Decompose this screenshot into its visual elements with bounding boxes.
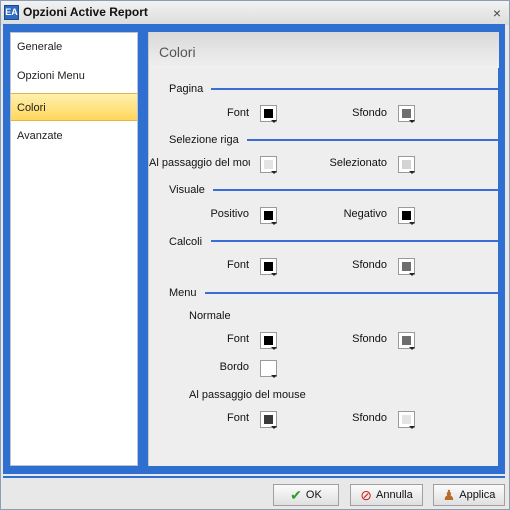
dropdown-arrow-icon <box>409 273 415 276</box>
section-divider <box>205 292 499 294</box>
dropdown-arrow-icon <box>271 375 277 378</box>
riga-selezionato-color-picker[interactable] <box>398 156 415 174</box>
section-divider <box>211 88 499 90</box>
footer-divider <box>3 476 505 478</box>
annulla-button[interactable]: ⊘ Annulla <box>350 484 423 506</box>
applica-button[interactable]: ♟ Applica <box>433 484 505 506</box>
section-pagina: Pagina <box>169 83 204 95</box>
color-fill <box>402 160 411 169</box>
app-icon: EA <box>4 5 19 20</box>
visuale-positivo-label: Positivo <box>210 208 249 220</box>
window-title: Opzioni Active Report <box>23 5 148 19</box>
section-menu: Menu <box>169 287 197 299</box>
apply-icon: ♟ <box>442 487 456 503</box>
dropdown-arrow-icon <box>271 171 277 174</box>
color-fill <box>402 415 411 424</box>
section-divider <box>247 139 499 141</box>
calcoli-font-label: Font <box>226 259 249 271</box>
pagina-sfondo-color-picker[interactable] <box>398 105 415 123</box>
menu-sfondo-label: Sfondo <box>352 333 387 345</box>
annulla-button-label: Annulla <box>376 489 413 501</box>
menu-font-color-picker[interactable] <box>260 332 277 350</box>
sidebar-item-colori[interactable]: Colori <box>11 93 137 121</box>
calcoli-sfondo-label: Sfondo <box>352 259 387 271</box>
dropdown-arrow-icon <box>271 347 277 350</box>
dropdown-arrow-icon <box>409 222 415 225</box>
colors-panel: Colori Pagina Font Sfondo Selezione riga… <box>148 32 499 466</box>
color-fill <box>264 336 273 345</box>
dropdown-arrow-icon <box>409 171 415 174</box>
menu-sfondo-color-picker[interactable] <box>398 332 415 350</box>
color-fill <box>264 262 273 271</box>
dropdown-arrow-icon <box>409 120 415 123</box>
checkmark-icon: ✔ <box>290 487 302 503</box>
section-divider <box>213 189 499 191</box>
color-fill <box>264 211 273 220</box>
pagina-font-color-picker[interactable] <box>260 105 277 123</box>
color-fill <box>402 211 411 220</box>
color-fill <box>264 415 273 424</box>
hover-font-color-picker[interactable] <box>260 411 277 429</box>
color-fill <box>264 364 273 373</box>
dropdown-arrow-icon <box>409 426 415 429</box>
close-icon[interactable]: × <box>493 5 501 21</box>
menu-bordo-label: Bordo <box>219 361 249 373</box>
visuale-positivo-color-picker[interactable] <box>260 207 277 225</box>
section-visuale: Visuale <box>169 184 205 196</box>
sidebar-item-generale[interactable]: Generale <box>11 33 137 61</box>
riga-mouse-color-picker[interactable] <box>260 156 277 174</box>
cancel-icon: ⊘ <box>360 487 373 503</box>
hover-sfondo-label: Sfondo <box>352 412 387 424</box>
ok-button-label: OK <box>305 489 322 501</box>
title-bar: EA Opzioni Active Report × <box>1 1 509 25</box>
color-fill <box>402 109 411 118</box>
menu-font-label: Font <box>226 333 249 345</box>
section-calcoli: Calcoli <box>169 236 203 248</box>
page-title: Colori <box>159 44 196 60</box>
subsection-normale: Normale <box>189 310 231 322</box>
panel-header: Colori <box>149 32 499 68</box>
ok-button[interactable]: ✔ OK <box>273 484 339 506</box>
applica-button-label: Applica <box>459 489 496 501</box>
calcoli-font-color-picker[interactable] <box>260 258 277 276</box>
dropdown-arrow-icon <box>271 426 277 429</box>
calcoli-sfondo-color-picker[interactable] <box>398 258 415 276</box>
pagina-font-label: Font <box>226 107 249 119</box>
sidebar: Generale Opzioni Menu Colori Avanzate <box>10 32 138 466</box>
color-fill <box>402 336 411 345</box>
subsection-al-passaggio: Al passaggio del mouse <box>189 389 306 401</box>
sidebar-item-opzioni-menu[interactable]: Opzioni Menu <box>11 62 137 90</box>
color-fill <box>402 262 411 271</box>
pagina-sfondo-label: Sfondo <box>352 107 387 119</box>
sidebar-item-avanzate[interactable]: Avanzate <box>11 122 137 150</box>
visuale-negativo-color-picker[interactable] <box>398 207 415 225</box>
hover-sfondo-color-picker[interactable] <box>398 411 415 429</box>
riga-selezionato-label: Selezionato <box>329 157 388 169</box>
color-fill <box>264 160 273 169</box>
hover-font-label: Font <box>226 412 249 424</box>
color-fill <box>264 109 273 118</box>
dropdown-arrow-icon <box>271 120 277 123</box>
visuale-negativo-label: Negativo <box>343 208 387 220</box>
riga-mouse-label: Al passaggio del mouse <box>149 157 250 169</box>
dropdown-arrow-icon <box>271 222 277 225</box>
dropdown-arrow-icon <box>271 273 277 276</box>
dropdown-arrow-icon <box>409 347 415 350</box>
section-selezione-riga: Selezione riga <box>169 134 239 146</box>
section-divider <box>211 240 499 242</box>
menu-bordo-color-picker[interactable] <box>260 360 277 378</box>
